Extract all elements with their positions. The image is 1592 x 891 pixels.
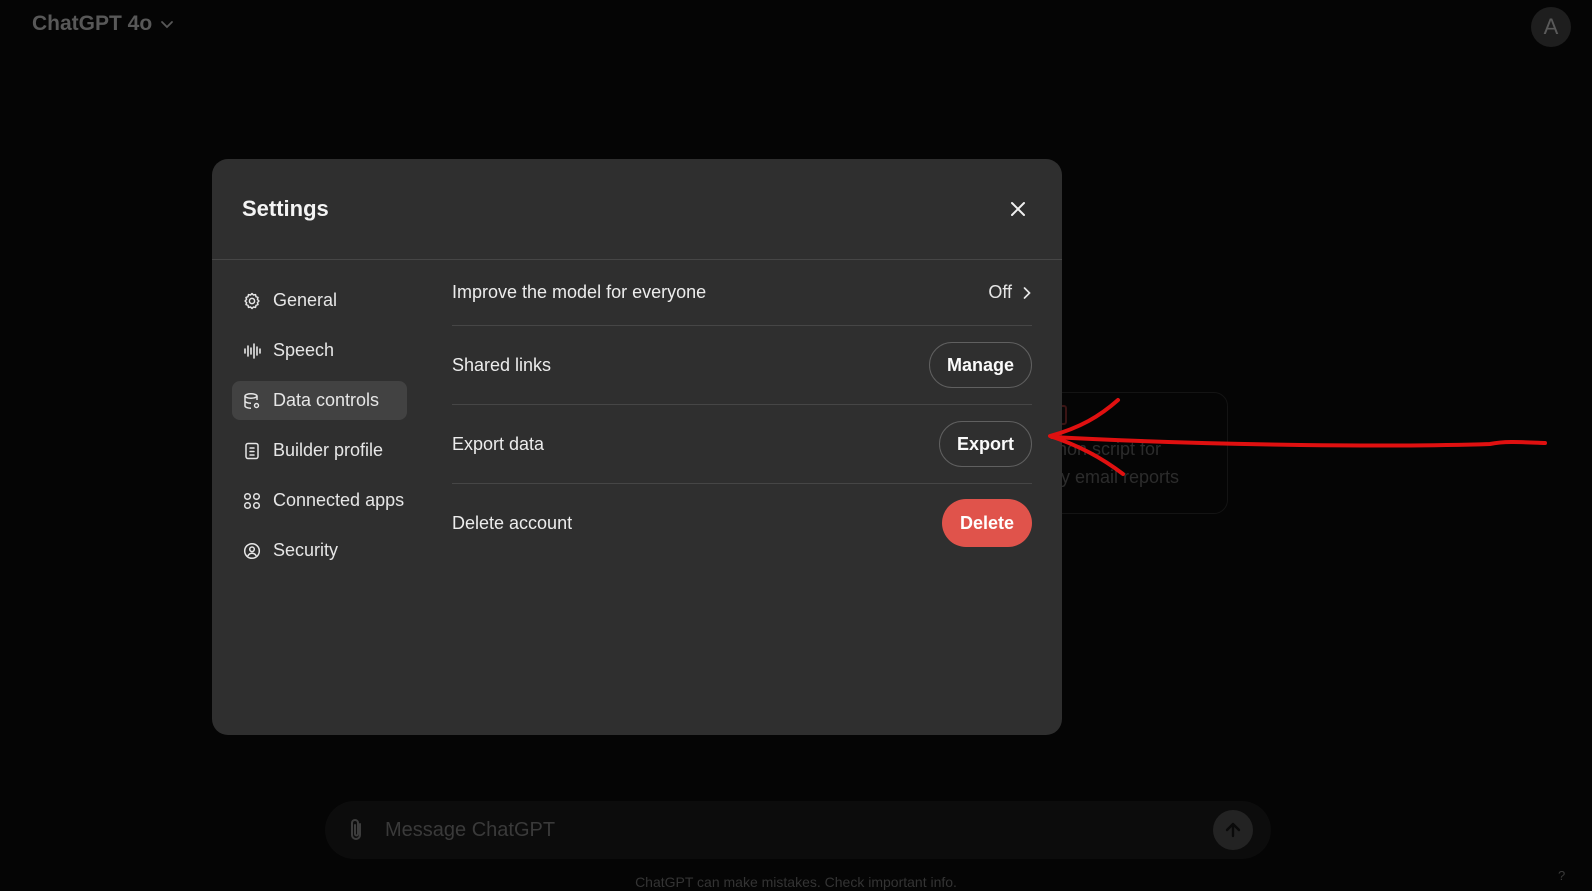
setting-row-export-data: Export data Export [452, 405, 1032, 484]
shared-links-label: Shared links [452, 354, 552, 375]
shield-user-icon [243, 542, 261, 559]
delete-button[interactable]: Delete [941, 499, 1032, 547]
disclaimer-text: ChatGPT can make mistakes. Check importa… [635, 874, 957, 890]
gear-icon [244, 292, 260, 309]
model-switcher[interactable]: ChatGPT 4o [32, 12, 174, 36]
message-input[interactable] [383, 817, 1213, 843]
improve-model-value: Off [988, 282, 1012, 302]
close-button[interactable] [1004, 195, 1032, 223]
chevron-right-icon [1023, 286, 1031, 299]
chevron-down-icon [161, 21, 174, 29]
nav-item-builder-profile[interactable]: Builder profile [232, 431, 407, 470]
help-button[interactable]: ? [1558, 868, 1565, 883]
settings-body: General Speech Data controls Builder pro… [212, 260, 1062, 581]
arrow-up-icon [1225, 822, 1241, 838]
paperclip-icon[interactable] [345, 817, 367, 843]
export-data-label: Export data [452, 433, 545, 454]
nav-label-data-controls: Data controls [273, 390, 380, 410]
data-controls-panel: Improve the model for everyone Off Share… [452, 260, 1032, 581]
export-button[interactable]: Export [938, 421, 1032, 467]
avatar[interactable]: A [1531, 7, 1571, 47]
nav-item-general[interactable]: General [232, 281, 407, 320]
improve-model-toggle[interactable]: Off [988, 282, 1032, 303]
settings-sidebar: General Speech Data controls Builder pro… [212, 260, 407, 581]
message-composer [325, 801, 1271, 859]
avatar-initial: A [1543, 14, 1559, 39]
setting-row-delete-account: Delete account Delete [452, 484, 1032, 562]
id-card-icon [245, 442, 259, 459]
database-icon [244, 392, 260, 409]
settings-modal: Settings General Speech Data controls Bu… [212, 159, 1062, 735]
manage-button[interactable]: Manage [928, 342, 1032, 388]
nav-item-data-controls[interactable]: Data controls [232, 381, 407, 420]
send-button[interactable] [1213, 810, 1253, 850]
suggestion-card-line1: ython script for [1043, 439, 1162, 459]
nav-label-connected-apps: Connected apps [273, 490, 405, 510]
nav-label-speech: Speech [273, 340, 335, 360]
settings-title: Settings [242, 196, 329, 221]
settings-header: Settings [212, 159, 1062, 260]
page: ChatGPT 4o A ython script for aily email… [0, 0, 1592, 891]
nav-label-general: General [273, 290, 338, 310]
nav-item-connected-apps[interactable]: Connected apps [232, 481, 407, 520]
nav-label-builder-profile: Builder profile [273, 440, 384, 460]
suggestion-card-line2: aily email reports [1043, 467, 1180, 487]
setting-row-improve-model: Improve the model for everyone Off [452, 260, 1032, 326]
waveform-icon [244, 342, 261, 359]
model-label: ChatGPT 4o [32, 12, 153, 35]
apps-grid-icon [243, 492, 261, 509]
close-icon [1011, 202, 1025, 216]
delete-account-label: Delete account [452, 512, 573, 533]
nav-item-security[interactable]: Security [232, 531, 407, 570]
improve-model-label: Improve the model for everyone [452, 282, 707, 302]
setting-row-shared-links: Shared links Manage [452, 326, 1032, 405]
nav-item-speech[interactable]: Speech [232, 331, 407, 370]
nav-label-security: Security [273, 540, 339, 560]
